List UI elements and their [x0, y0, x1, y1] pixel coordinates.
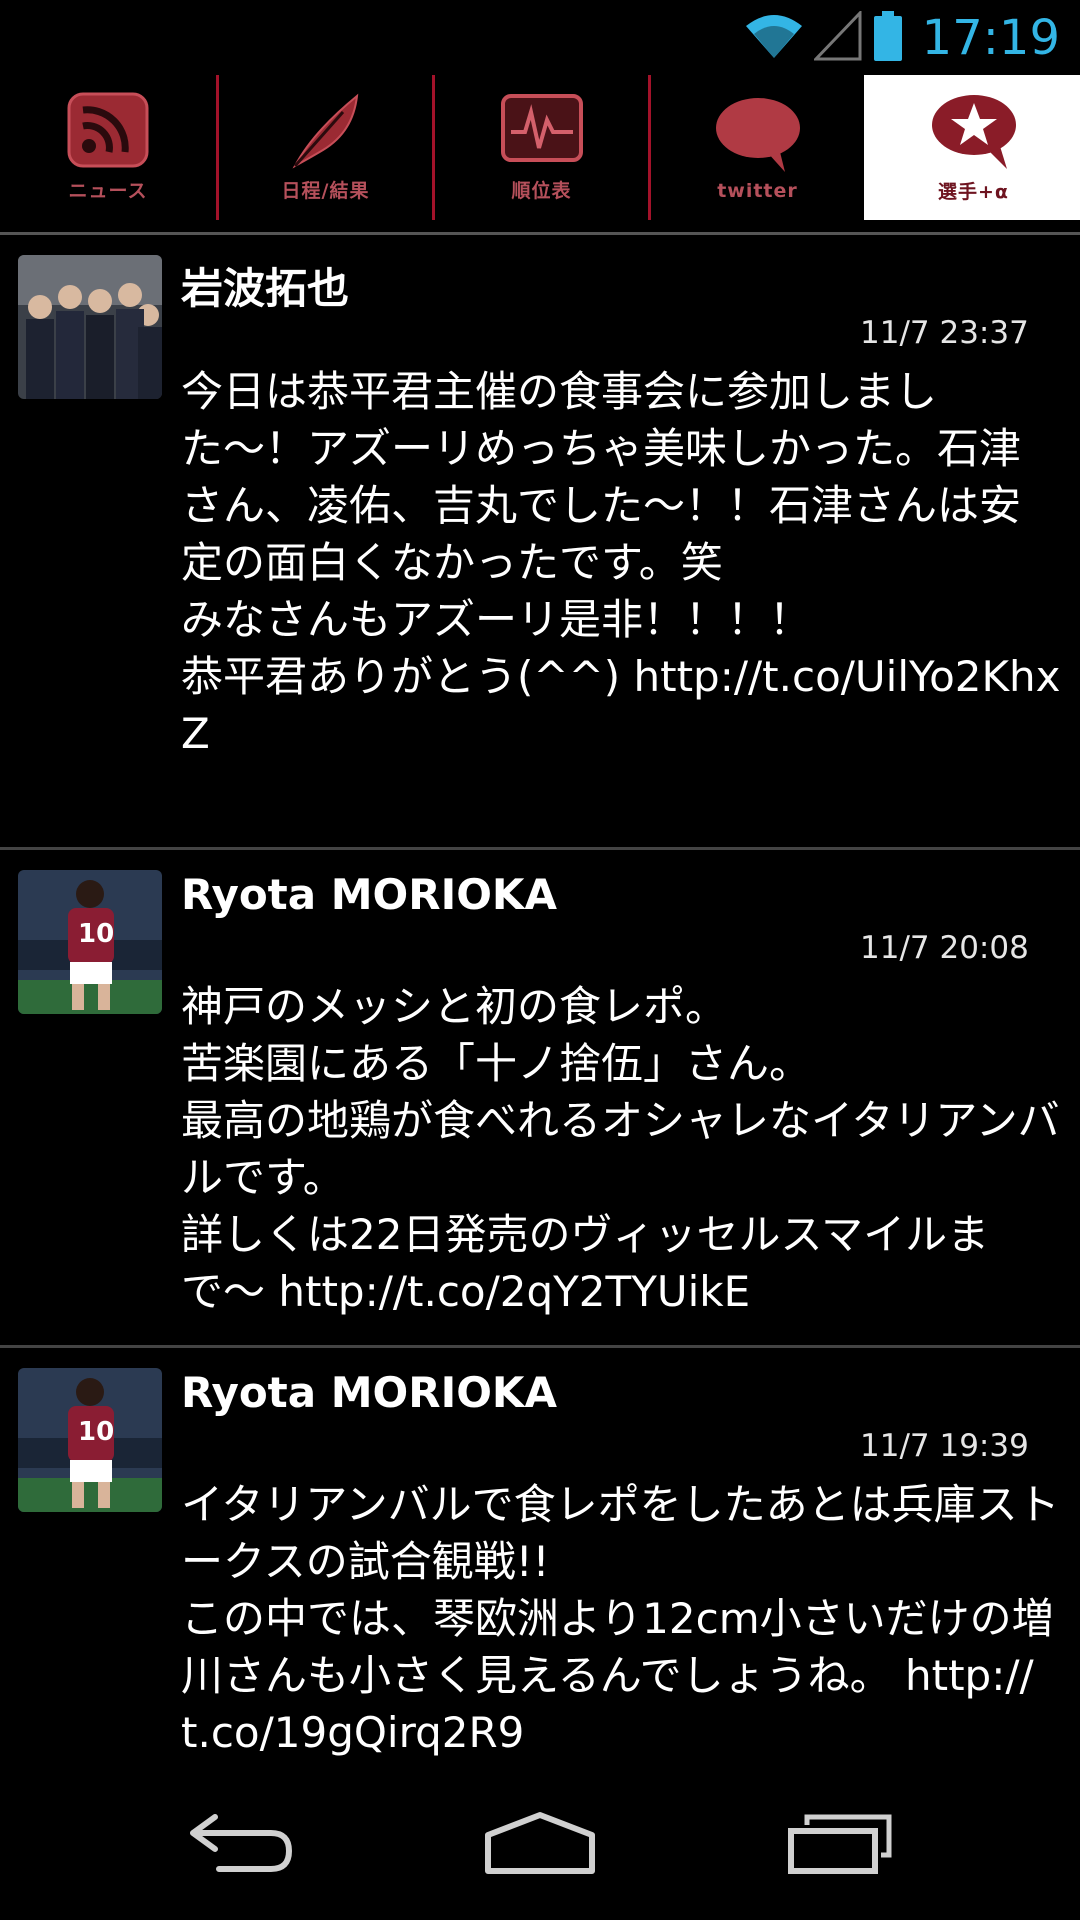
- avatar[interactable]: [18, 255, 162, 399]
- tab-players[interactable]: 選手+α: [864, 75, 1080, 220]
- cell-signal-icon: [812, 9, 862, 65]
- recent-apps-icon: [785, 1811, 895, 1879]
- tab-schedule[interactable]: 日程/結果: [216, 75, 432, 220]
- tweet-item[interactable]: 10 Ryota MORIOKA 11/7 20:08 神戸のメッシと初の食レポ…: [0, 850, 1080, 1348]
- rss-icon: [65, 92, 151, 170]
- tweet-author: 岩波拓也: [181, 264, 350, 313]
- tweet-text: 神戸のメッシと初の食レポ。 苦楽園にある「十ノ捨伍」さん。 最高の地鶏が食べれる…: [181, 982, 1060, 1316]
- svg-text:10: 10: [78, 919, 114, 949]
- tweet-item[interactable]: 岩波拓也 11/7 23:37 今日は恭平君主催の食事会に参加しました〜！アズー…: [0, 235, 1080, 850]
- status-icons: 17:19: [744, 6, 1060, 70]
- home-button[interactable]: [440, 1770, 640, 1920]
- tab-news-label: ニュース: [68, 180, 148, 202]
- avatar[interactable]: 10: [18, 1368, 162, 1512]
- tab-news[interactable]: ニュース: [0, 75, 216, 220]
- chart-monitor-icon: [499, 92, 585, 170]
- navigation-bar: [0, 1770, 1080, 1920]
- tab-standings[interactable]: 順位表: [432, 75, 648, 220]
- tab-twitter[interactable]: twitter: [648, 75, 864, 220]
- tweet-author: Ryota MORIOKA: [181, 1368, 557, 1417]
- svg-text:10: 10: [78, 1417, 114, 1447]
- back-button[interactable]: [140, 1770, 340, 1920]
- wifi-icon: [744, 12, 804, 64]
- home-icon: [482, 1811, 598, 1879]
- tweet-feed[interactable]: 岩波拓也 11/7 23:37 今日は恭平君主催の食事会に参加しました〜！アズー…: [0, 235, 1080, 1778]
- tweet-time: 11/7 19:39: [860, 1428, 1029, 1464]
- tab-schedule-label: 日程/結果: [281, 180, 370, 202]
- tweet-time: 11/7 20:08: [860, 930, 1029, 966]
- tweet-text: 今日は恭平君主催の食事会に参加しました〜！アズーリめっちゃ美味しかった。石津さん…: [181, 367, 1061, 758]
- speech-bubble-icon: [713, 94, 803, 174]
- avatar[interactable]: 10: [18, 870, 162, 1014]
- tab-bar: ニュース 日程/結果 順位表 twitter 選手+α: [0, 75, 1080, 220]
- feather-icon: [283, 92, 369, 170]
- star-bubble-icon: [929, 91, 1019, 171]
- tab-standings-label: 順位表: [511, 180, 572, 202]
- status-time: 17:19: [921, 10, 1060, 66]
- status-bar: 17:19: [0, 0, 1080, 75]
- tweet-text: イタリアンバルで食レポをしたあとは兵庫ストークスの試合観戦!! この中では、琴欧…: [181, 1480, 1060, 1757]
- back-icon: [185, 1813, 295, 1877]
- tweet-item[interactable]: 10 Ryota MORIOKA 11/7 19:39 イタリアンバルで食レポを…: [0, 1348, 1080, 1778]
- tab-twitter-label: twitter: [717, 179, 798, 202]
- tweet-time: 11/7 23:37: [860, 315, 1029, 351]
- tweet-author: Ryota MORIOKA: [181, 870, 557, 919]
- battery-icon: [872, 10, 904, 66]
- tab-players-label: 選手+α: [938, 181, 1009, 203]
- recent-apps-button[interactable]: [740, 1770, 940, 1920]
